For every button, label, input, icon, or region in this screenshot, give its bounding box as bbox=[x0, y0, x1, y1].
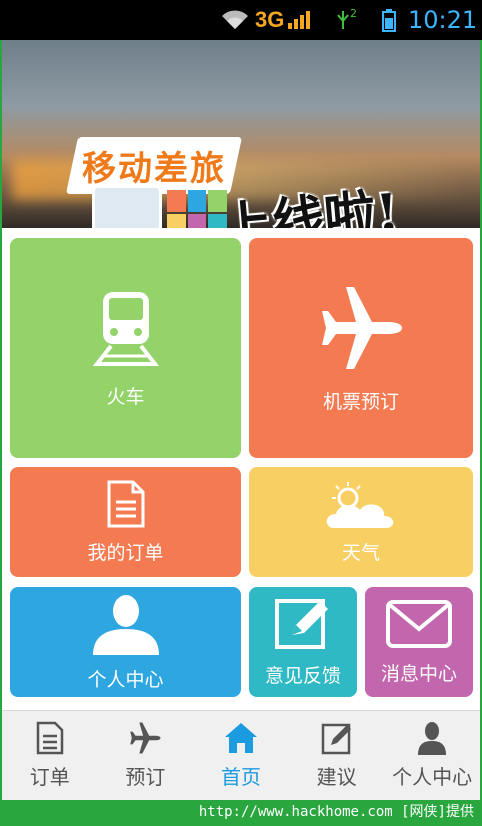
user-center-tile[interactable]: 个人中心 bbox=[10, 587, 241, 697]
sim-signal-icon: 2 bbox=[336, 0, 357, 40]
wifi-icon bbox=[220, 0, 250, 40]
footer-watermark: http://www.hackhome.com [网侠]提供 bbox=[0, 800, 482, 826]
tab-orders[interactable]: 订单 bbox=[2, 711, 98, 800]
weather-icon bbox=[326, 481, 394, 528]
airplane-icon bbox=[130, 722, 161, 754]
battery-icon bbox=[382, 0, 396, 40]
banner-phone-image bbox=[92, 185, 162, 228]
feedback-label: 意见反馈 bbox=[264, 664, 341, 687]
tab-booking-label: 预订 bbox=[125, 765, 166, 789]
feedback-tile[interactable]: 意见反馈 bbox=[249, 587, 357, 697]
airplane-icon bbox=[322, 286, 402, 369]
pencil-icon bbox=[275, 598, 328, 649]
document-icon bbox=[107, 480, 144, 527]
weather-label: 天气 bbox=[341, 541, 380, 564]
tab-suggestions-label: 建议 bbox=[316, 765, 357, 789]
tab-home[interactable]: 首页 bbox=[193, 711, 289, 800]
tab-orders-label: 订单 bbox=[29, 765, 70, 789]
bottom-tab-bar: 订单 预订 首页 建议 个人中心 bbox=[2, 710, 480, 800]
banner-title: 移动差旅 bbox=[82, 149, 226, 189]
promo-banner[interactable]: 移动差旅 上线啦! bbox=[2, 40, 480, 228]
my-orders-label: 我的订单 bbox=[87, 541, 164, 564]
flight-booking-label: 机票预订 bbox=[322, 390, 399, 413]
tab-booking[interactable]: 预订 bbox=[98, 711, 194, 800]
tab-user-center[interactable]: 个人中心 bbox=[384, 711, 480, 800]
person-icon bbox=[92, 594, 159, 655]
envelope-icon bbox=[386, 599, 452, 648]
weather-tile[interactable]: 天气 bbox=[249, 467, 473, 577]
train-tile[interactable]: 火车 bbox=[10, 238, 241, 458]
edit-icon bbox=[321, 723, 351, 755]
my-orders-tile[interactable]: 我的订单 bbox=[10, 467, 241, 577]
document-icon bbox=[36, 721, 64, 755]
messages-label: 消息中心 bbox=[380, 662, 457, 685]
messages-tile[interactable]: 消息中心 bbox=[365, 587, 473, 697]
home-icon bbox=[224, 723, 257, 753]
network-type: 3G bbox=[255, 0, 312, 40]
train-icon bbox=[92, 291, 159, 366]
tab-suggestions[interactable]: 建议 bbox=[289, 711, 385, 800]
tab-home-label: 首页 bbox=[220, 765, 261, 789]
sim-badge: 2 bbox=[350, 6, 357, 20]
train-label: 火车 bbox=[106, 385, 145, 408]
person-icon bbox=[418, 722, 447, 755]
tab-user-center-label: 个人中心 bbox=[392, 765, 473, 789]
flight-booking-tile[interactable]: 机票预订 bbox=[249, 238, 473, 458]
user-center-label: 个人中心 bbox=[87, 668, 164, 691]
status-bar: 3G 2 10:21 bbox=[0, 0, 482, 40]
clock: 10:21 bbox=[408, 6, 478, 34]
